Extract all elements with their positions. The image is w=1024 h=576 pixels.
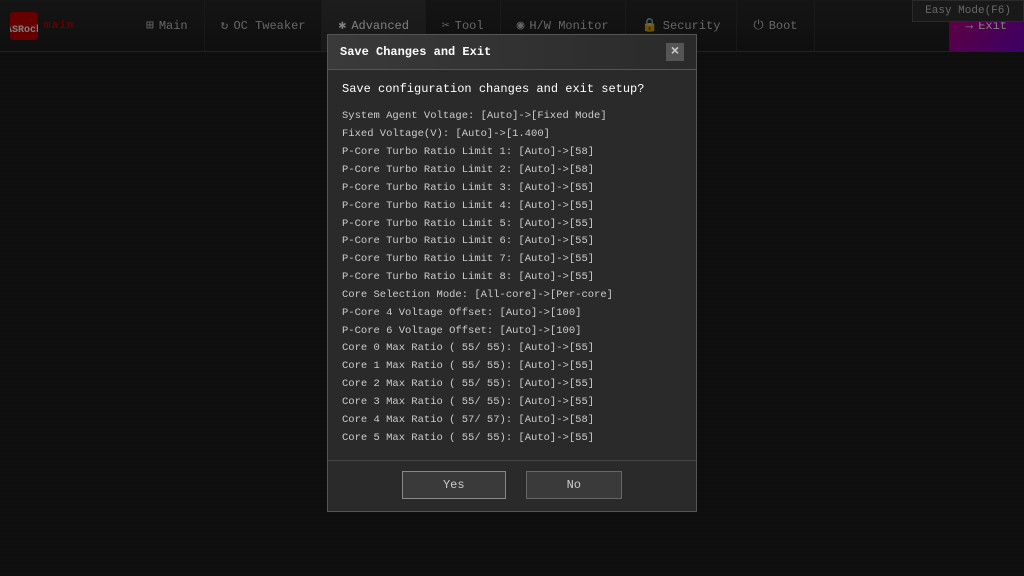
- dialog-yes-button[interactable]: Yes: [402, 471, 506, 499]
- list-item: Core Selection Mode: [All-core]->[Per-co…: [342, 287, 682, 305]
- dialog-close-button[interactable]: ×: [666, 43, 684, 61]
- list-item: Core 2 Max Ratio ( 55/ 55): [Auto]->[55]: [342, 376, 682, 394]
- dialog-no-button[interactable]: No: [526, 471, 622, 499]
- list-item: Core 5 Max Ratio ( 55/ 55): [Auto]->[55]: [342, 430, 682, 448]
- list-item: P-Core 6 Voltage Offset: [Auto]->[100]: [342, 323, 682, 341]
- dialog-changes-list: System Agent Voltage: [Auto]->[Fixed Mod…: [342, 108, 682, 447]
- list-item: P-Core Turbo Ratio Limit 6: [Auto]->[55]: [342, 233, 682, 251]
- list-item: Core 0 Max Ratio ( 55/ 55): [Auto]->[55]: [342, 340, 682, 358]
- list-item: P-Core Turbo Ratio Limit 4: [Auto]->[55]: [342, 198, 682, 216]
- list-item: Core 3 Max Ratio ( 55/ 55): [Auto]->[55]: [342, 394, 682, 412]
- list-item: System Agent Voltage: [Auto]->[Fixed Mod…: [342, 108, 682, 126]
- dialog-body: Save configuration changes and exit setu…: [328, 70, 696, 459]
- list-item: P-Core Turbo Ratio Limit 1: [Auto]->[58]: [342, 144, 682, 162]
- list-item: P-Core Turbo Ratio Limit 8: [Auto]->[55]: [342, 269, 682, 287]
- list-item: P-Core Turbo Ratio Limit 2: [Auto]->[58]: [342, 162, 682, 180]
- dialog-overlay: Save Changes and Exit × Save configurati…: [0, 0, 1024, 576]
- list-item: P-Core Turbo Ratio Limit 3: [Auto]->[55]: [342, 180, 682, 198]
- list-item: Core 1 Max Ratio ( 55/ 55): [Auto]->[55]: [342, 358, 682, 376]
- save-changes-dialog: Save Changes and Exit × Save configurati…: [327, 34, 697, 511]
- dialog-title: Save Changes and Exit: [340, 45, 491, 59]
- list-item: Fixed Voltage(V): [Auto]->[1.400]: [342, 126, 682, 144]
- dialog-question: Save configuration changes and exit setu…: [342, 82, 682, 96]
- list-item: P-Core Turbo Ratio Limit 5: [Auto]->[55]: [342, 216, 682, 234]
- dialog-buttons: Yes No: [328, 460, 696, 511]
- dialog-title-bar: Save Changes and Exit ×: [328, 35, 696, 70]
- list-item: P-Core 4 Voltage Offset: [Auto]->[100]: [342, 305, 682, 323]
- list-item: Core 4 Max Ratio ( 57/ 57): [Auto]->[58]: [342, 412, 682, 430]
- list-item: P-Core Turbo Ratio Limit 7: [Auto]->[55]: [342, 251, 682, 269]
